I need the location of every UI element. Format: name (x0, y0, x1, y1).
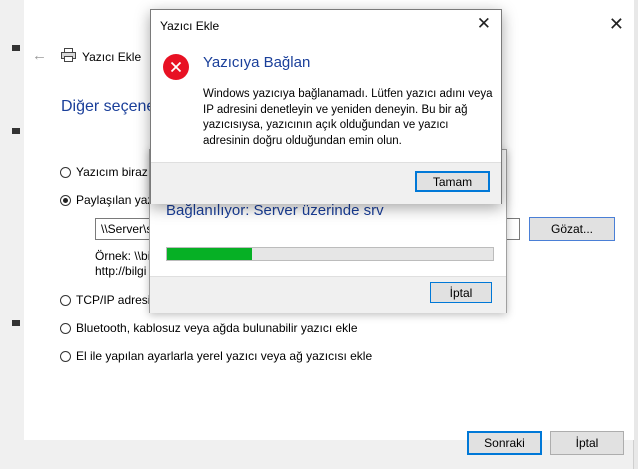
dialog-caption: Yazıcı Ekle (160, 19, 220, 33)
page-heading: Diğer seçene (61, 98, 156, 115)
option-bluetooth[interactable]: Bluetooth, kablosuz veya ağda bulunabili… (60, 321, 358, 335)
example-line-2: http://bilgi (95, 264, 147, 278)
connecting-status: Bağlanılıyor: Server üzerinde srv (166, 202, 384, 219)
option-manual[interactable]: El ile yapılan ayarlarla yerel yazıcı ve… (60, 349, 372, 363)
progress-fill (167, 248, 252, 260)
option-shared-printer[interactable]: Paylaşılan yaz (60, 193, 153, 207)
error-dialog: Yazıcı Ekle ✕ Yazıcıya Bağlan Windows ya… (150, 9, 502, 204)
cancel-button[interactable]: İptal (550, 431, 624, 455)
error-icon (163, 54, 189, 80)
error-message: Windows yazıcıya bağlanamadı. Lütfen yaz… (203, 88, 493, 147)
radio-button-selected[interactable] (60, 194, 71, 206)
error-heading: Yazıcıya Bağlan (203, 54, 311, 71)
window-title: Yazıcı Ekle (82, 50, 142, 64)
background-strip (0, 440, 638, 469)
browse-button[interactable]: Gözat... (529, 217, 615, 241)
background-icon (12, 320, 20, 326)
example-text: Örnek: \\bi http://bilgi (95, 249, 150, 279)
back-arrow-icon[interactable]: ← (32, 47, 47, 64)
background-window-edge (0, 0, 25, 469)
option-label: Yazıcım biraz e (76, 165, 158, 179)
option-printer-old[interactable]: Yazıcım biraz e (60, 165, 158, 179)
option-tcpip[interactable]: TCP/IP adresi v (60, 293, 160, 307)
radio-button[interactable] (60, 166, 71, 178)
printer-icon (61, 48, 76, 62)
option-label: Bluetooth, kablosuz veya ağda bulunabili… (76, 321, 358, 335)
connecting-cancel-button[interactable]: İptal (430, 282, 492, 303)
background-icon (12, 128, 20, 134)
ok-button[interactable]: Tamam (415, 171, 490, 192)
radio-button[interactable] (60, 294, 71, 306)
next-button[interactable]: Sonraki (467, 431, 542, 455)
option-label: TCP/IP adresi v (76, 293, 160, 307)
window-close-icon[interactable]: ✕ (609, 14, 624, 35)
option-label: Paylaşılan yaz (76, 193, 154, 207)
dialog-close-icon[interactable]: ✕ (477, 14, 491, 34)
example-line-1: Örnek: \\bi (95, 249, 151, 263)
progress-bar (166, 247, 494, 261)
option-label: El ile yapılan ayarlarla yerel yazıcı ve… (76, 349, 373, 363)
radio-button[interactable] (60, 350, 71, 362)
radio-button[interactable] (60, 322, 71, 334)
background-icon (12, 45, 20, 51)
